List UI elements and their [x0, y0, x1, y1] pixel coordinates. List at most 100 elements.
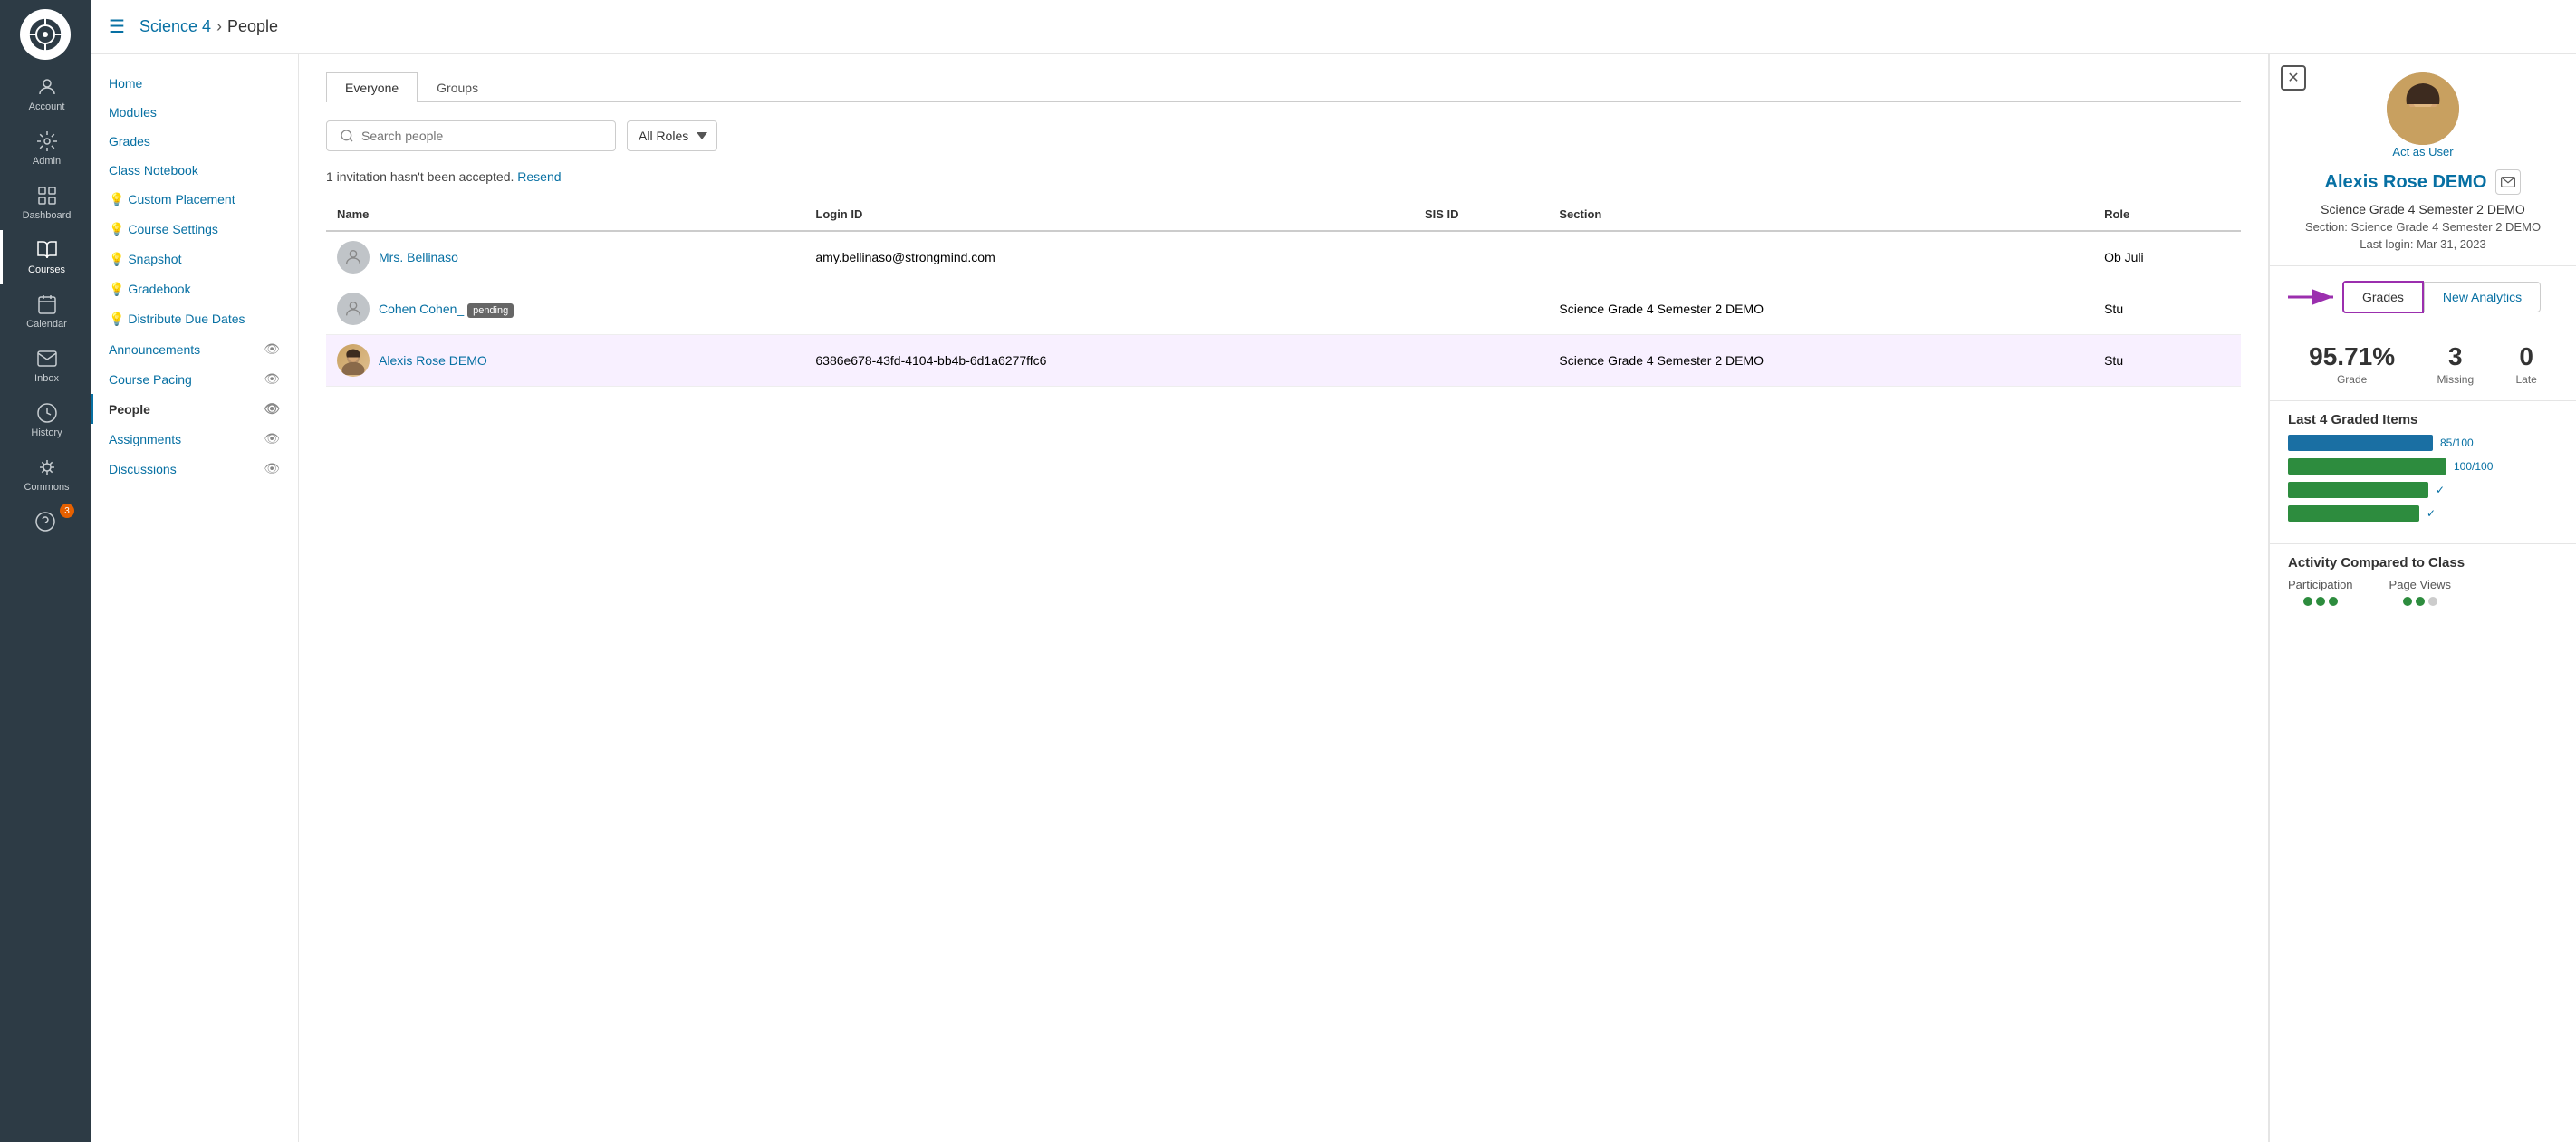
search-box	[326, 120, 616, 151]
breadcrumb-page: People	[227, 17, 278, 36]
avatar-cohen	[337, 293, 370, 325]
person-link-bellinaso[interactable]: Mrs. Bellinaso	[379, 250, 458, 264]
cell-sis-cohen	[1414, 283, 1548, 335]
sidebar-item-home[interactable]: Home	[91, 69, 298, 98]
nav-label-commons: Commons	[24, 482, 69, 493]
activity-page-views: Page Views	[2389, 578, 2451, 606]
people-tabs: Everyone Groups	[326, 72, 2241, 102]
roles-select[interactable]: All Roles Teacher Student Observer Desig…	[627, 120, 717, 151]
hamburger-menu[interactable]: ☰	[109, 15, 125, 38]
sidebar-label-custom-placement: Custom Placement	[128, 192, 235, 206]
sidebar-item-modules[interactable]: Modules	[91, 98, 298, 127]
nav-item-admin[interactable]: Admin	[0, 121, 91, 176]
lightbulb-icon-5: 💡	[109, 312, 124, 326]
grade-bar-row-3: ✓	[2288, 482, 2558, 498]
grades-button[interactable]: Grades	[2342, 281, 2424, 313]
sidebar-label-distribute-due-dates: Distribute Due Dates	[128, 312, 245, 326]
act-as-user-link[interactable]: Act as User	[2392, 145, 2453, 158]
search-input[interactable]	[361, 129, 602, 143]
cell-section-alexis: Science Grade 4 Semester 2 DEMO	[1548, 335, 2093, 387]
mail-icon[interactable]	[2495, 169, 2521, 195]
person-info-cohen: Cohen Cohen_ pending	[379, 301, 514, 318]
stat-late: 0 Late	[2515, 342, 2536, 386]
col-header-section: Section	[1548, 198, 2093, 231]
sidebar-label-announcements: Announcements	[109, 342, 200, 357]
invitation-notice: 1 invitation hasn't been accepted. Resen…	[326, 169, 2241, 184]
col-header-login-id: Login ID	[804, 198, 1414, 231]
graded-bars: 85/100 100/100 ✓ ✓	[2270, 435, 2576, 543]
sidebar-item-snapshot[interactable]: 💡 Snapshot	[91, 245, 298, 274]
sidebar-item-people[interactable]: People 👁	[91, 394, 298, 424]
stat-grade-label: Grade	[2309, 373, 2395, 386]
sidebar-item-class-notebook[interactable]: Class Notebook	[91, 156, 298, 185]
cell-name-alexis: Alexis Rose DEMO	[326, 335, 804, 387]
tab-everyone[interactable]: Everyone	[326, 72, 418, 102]
cell-role-bellinaso: Ob Juli	[2093, 231, 2241, 283]
app-logo[interactable]	[20, 9, 71, 60]
grade-bar-row-2: 100/100	[2288, 458, 2558, 475]
left-navigation: Account Admin Dashboard Courses	[0, 0, 91, 1142]
stat-missing: 3 Missing	[2437, 342, 2474, 386]
nav-item-courses[interactable]: Courses	[0, 230, 91, 284]
nav-item-calendar[interactable]: Calendar	[0, 284, 91, 339]
sidebar-item-gradebook[interactable]: 💡 Gradebook	[91, 274, 298, 304]
stat-grade-value: 95.71%	[2309, 342, 2395, 371]
sidebar-item-distribute-due-dates[interactable]: 💡 Distribute Due Dates	[91, 304, 298, 334]
eye-icon-people: 👁	[264, 401, 280, 417]
grade-score-1[interactable]: 85/100	[2440, 437, 2474, 449]
nav-item-history[interactable]: History	[0, 393, 91, 447]
eye-icon-discussions: 👁	[264, 461, 280, 476]
nav-item-dashboard[interactable]: Dashboard	[0, 176, 91, 230]
breadcrumb-course[interactable]: Science 4	[139, 17, 211, 36]
activity-participation: Participation	[2288, 578, 2353, 606]
table-header-row: Name Login ID SIS ID Section Role	[326, 198, 2241, 231]
content-layout: Home Modules Grades Class Notebook 💡 Cus…	[91, 54, 2576, 1142]
invitation-text: 1 invitation hasn't been accepted.	[326, 169, 517, 184]
person-link-alexis[interactable]: Alexis Rose DEMO	[379, 353, 487, 368]
analytics-button[interactable]: New Analytics	[2424, 282, 2541, 312]
sidebar-item-grades[interactable]: Grades	[91, 127, 298, 156]
activity-header: Activity Compared to Class	[2270, 543, 2576, 578]
sidebar-item-course-pacing[interactable]: Course Pacing 👁	[91, 364, 298, 394]
sidebar-item-assignments[interactable]: Assignments 👁	[91, 424, 298, 454]
top-bar: ☰ Science 4 › People	[91, 0, 2576, 54]
table-row: Mrs. Bellinaso amy.bellinaso@strongmind.…	[326, 231, 2241, 283]
cell-sis-bellinaso	[1414, 231, 1548, 283]
nav-label-dashboard: Dashboard	[23, 210, 72, 221]
graded-items-header: Last 4 Graded Items	[2270, 401, 2576, 435]
sidebar-item-announcements[interactable]: Announcements 👁	[91, 334, 298, 364]
person-name-row: Cohen Cohen_ pending	[337, 293, 793, 325]
sidebar-label-snapshot: Snapshot	[128, 252, 181, 266]
participation-dots	[2288, 597, 2353, 606]
dot-1	[2303, 597, 2312, 606]
cell-section-cohen: Science Grade 4 Semester 2 DEMO	[1548, 283, 2093, 335]
tab-groups[interactable]: Groups	[418, 72, 497, 102]
arrow-indicator	[2288, 283, 2342, 311]
sidebar-item-discussions[interactable]: Discussions 👁	[91, 454, 298, 484]
dot-pv-2	[2416, 597, 2425, 606]
panel-user-name: Alexis Rose DEMO	[2325, 172, 2487, 193]
panel-close-button[interactable]: ✕	[2281, 65, 2306, 91]
help-badge: 3	[60, 504, 74, 518]
nav-item-account[interactable]: Account	[0, 67, 91, 121]
sidebar-item-custom-placement[interactable]: 💡 Custom Placement	[91, 185, 298, 215]
grade-score-2[interactable]: 100/100	[2454, 460, 2493, 473]
resend-link[interactable]: Resend	[517, 169, 561, 184]
nav-item-commons[interactable]: Commons	[0, 447, 91, 502]
search-row: All Roles Teacher Student Observer Desig…	[326, 120, 2241, 151]
person-link-cohen[interactable]: Cohen Cohen_	[379, 302, 464, 316]
lightbulb-icon-4: 💡	[109, 282, 124, 296]
panel-last-login: Last login: Mar 31, 2023	[2360, 237, 2485, 251]
person-name-row: Alexis Rose DEMO	[337, 344, 793, 377]
nav-item-help[interactable]: 3	[0, 502, 91, 542]
sidebar-label-course-settings: Course Settings	[128, 222, 218, 236]
page-views-dots	[2389, 597, 2451, 606]
nav-item-inbox[interactable]: Inbox	[0, 339, 91, 393]
nav-label-history: History	[31, 427, 62, 438]
lightbulb-icon: 💡	[109, 192, 124, 206]
lightbulb-icon-2: 💡	[109, 222, 124, 236]
panel-course-name: Science Grade 4 Semester 2 DEMO	[2321, 202, 2525, 216]
sidebar-item-course-settings[interactable]: 💡 Course Settings	[91, 215, 298, 245]
page-content: Everyone Groups All Roles Teacher Studen…	[299, 54, 2268, 1142]
grade-bar-3	[2288, 482, 2428, 498]
